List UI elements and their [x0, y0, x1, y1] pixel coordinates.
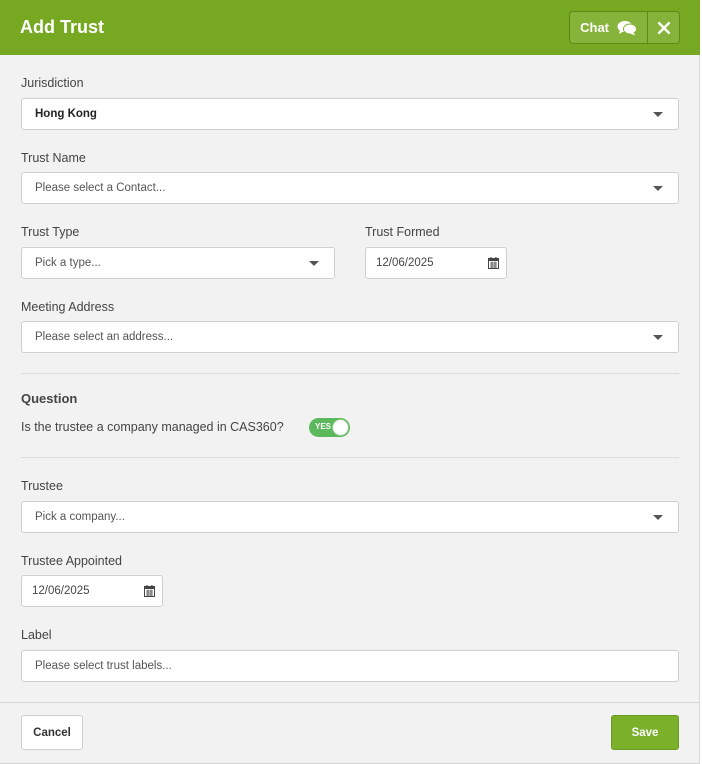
chevron-down-icon [653, 515, 663, 520]
trust-name-select[interactable]: Please select a Contact... [21, 172, 679, 204]
chat-bubbles-icon [617, 20, 637, 35]
meeting-address-label: Meeting Address [21, 300, 115, 314]
trustee-placeholder: Pick a company... [35, 511, 125, 523]
save-button[interactable]: Save [611, 715, 679, 750]
modal-title: Add Trust [20, 17, 104, 37]
trustee-label: Trustee [21, 479, 63, 493]
footer-divider [0, 702, 700, 703]
trust-formed-label: Trust Formed [365, 225, 440, 239]
chevron-down-icon [653, 335, 663, 340]
add-trust-modal: Add Trust Chat Jurisdiction Hong Kong Tr… [0, 0, 700, 764]
trustee-appointed-value: 12/06/2025 [32, 585, 90, 597]
chevron-down-icon [653, 186, 663, 191]
chevron-down-icon [309, 261, 319, 266]
section-divider [21, 457, 679, 458]
close-button[interactable] [648, 12, 679, 43]
trustee-appointed-date-input[interactable]: 12/06/2025 [21, 575, 163, 607]
jurisdiction-value: Hong Kong [35, 108, 97, 120]
jurisdiction-select[interactable]: Hong Kong [21, 98, 679, 130]
trust-labels-placeholder: Please select trust labels... [35, 660, 172, 672]
trustee-managed-question: Is the trustee a company managed in CAS3… [21, 420, 284, 434]
trust-type-select[interactable]: Pick a type... [21, 247, 335, 279]
trust-name-placeholder: Please select a Contact... [35, 182, 166, 194]
toggle-yes-label: YES [315, 422, 332, 431]
trust-formed-date-input[interactable]: 12/06/2025 [365, 247, 507, 279]
trust-formed-value: 12/06/2025 [376, 257, 434, 269]
section-divider [21, 373, 679, 374]
trustee-managed-toggle[interactable]: YES [309, 418, 350, 437]
trust-labels-input[interactable]: Please select trust labels... [21, 650, 679, 682]
chat-button[interactable]: Chat [570, 12, 648, 43]
label-field-label: Label [21, 628, 52, 642]
trust-type-label: Trust Type [21, 225, 80, 239]
jurisdiction-label: Jurisdiction [21, 76, 84, 90]
chat-button-label: Chat [580, 20, 609, 35]
modal-header: Add Trust Chat [0, 0, 700, 55]
trust-name-label: Trust Name [21, 151, 86, 165]
chevron-down-icon [653, 112, 663, 117]
header-controls: Chat [569, 11, 680, 44]
close-icon [657, 21, 670, 34]
question-section-title: Question [21, 391, 78, 406]
trustee-select[interactable]: Pick a company... [21, 501, 679, 533]
cancel-button[interactable]: Cancel [21, 715, 83, 750]
meeting-address-placeholder: Please select an address... [35, 331, 174, 343]
toggle-knob [332, 419, 349, 436]
meeting-address-select[interactable]: Please select an address... [21, 321, 679, 353]
calendar-icon[interactable] [488, 257, 499, 269]
trust-type-placeholder: Pick a type... [35, 257, 101, 269]
trustee-appointed-label: Trustee Appointed [21, 554, 122, 568]
calendar-icon[interactable] [144, 585, 155, 597]
